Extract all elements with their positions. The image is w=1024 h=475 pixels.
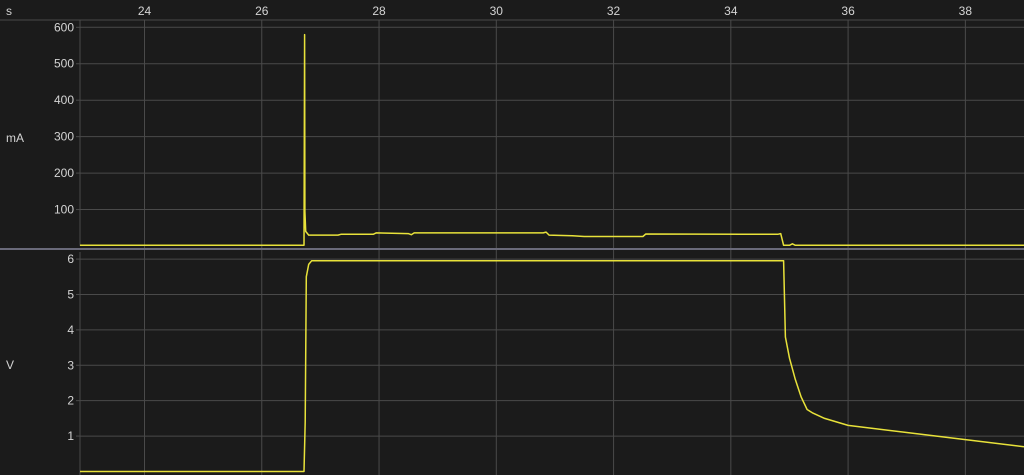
current-trace [80, 33, 1024, 247]
current-y-tick-label: 400 [54, 93, 74, 107]
voltage-y-tick-label: 3 [67, 358, 74, 372]
x-tick-label: 34 [724, 4, 738, 18]
x-tick-label: 32 [607, 4, 621, 18]
voltage-y-tick-label: 1 [67, 429, 74, 443]
x-tick-label: 24 [138, 4, 152, 18]
voltage-trace [80, 260, 1024, 473]
voltage-y-tick-label: 2 [67, 394, 74, 408]
current-y-tick-label: 600 [54, 20, 74, 34]
x-tick-label: 30 [490, 4, 504, 18]
current-y-tick-label: 300 [54, 130, 74, 144]
chart-window: 24 26 28 30 32 34 36 38 s 100 200 300 400 500 600 mA 1 2 3… [0, 0, 1024, 475]
current-y-axis-unit-label: mA [6, 131, 24, 145]
x-tick-label: 28 [372, 4, 386, 18]
voltage-y-axis-unit-label: V [6, 358, 14, 372]
current-y-tick-label: 200 [54, 166, 74, 180]
voltage-y-tick-label: 6 [67, 252, 74, 266]
voltage-y-tick-label: 5 [67, 287, 74, 301]
voltage-y-tick-label: 4 [67, 323, 74, 337]
x-tick-label: 26 [255, 4, 269, 18]
current-y-tick-label: 500 [54, 57, 74, 71]
x-axis-unit-label: s [6, 4, 12, 18]
x-tick-label: 36 [841, 4, 855, 18]
current-y-tick-label: 100 [54, 203, 74, 217]
chart-svg: 24 26 28 30 32 34 36 38s100200300400500600mA123… [0, 4, 1024, 475]
x-tick-label: 38 [959, 4, 973, 18]
